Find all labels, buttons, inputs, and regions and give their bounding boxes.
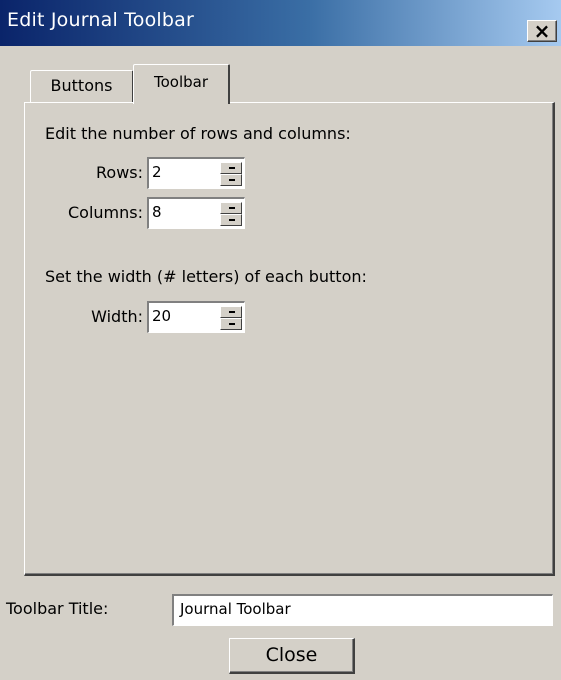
close-button[interactable]: Close bbox=[229, 638, 355, 674]
toolbar-title-input[interactable]: Journal Toolbar bbox=[172, 594, 553, 626]
tab-toolbar[interactable]: Toolbar bbox=[133, 64, 230, 104]
spin-up-arrow-icon[interactable] bbox=[220, 306, 242, 318]
spin-down-arrow-icon[interactable] bbox=[220, 174, 242, 186]
rows-columns-heading: Edit the number of rows and columns: bbox=[45, 124, 351, 143]
rows-spin-arrows bbox=[220, 162, 242, 186]
toolbar-tab-panel: Edit the number of rows and columns: Row… bbox=[24, 102, 555, 576]
tab-toolbar-label: Toolbar bbox=[153, 73, 209, 91]
columns-spinner[interactable]: 8 bbox=[147, 197, 245, 229]
spin-up-arrow-icon[interactable] bbox=[220, 162, 242, 174]
toolbar-title-value[interactable]: Journal Toolbar bbox=[180, 600, 291, 618]
width-spinner[interactable]: 20 bbox=[147, 301, 245, 333]
close-icon[interactable]: × bbox=[527, 20, 557, 42]
toolbar-title-label: Toolbar Title: bbox=[6, 599, 109, 618]
title-bar[interactable]: Edit Journal Toolbar × bbox=[0, 0, 561, 46]
rows-value[interactable]: 2 bbox=[152, 163, 162, 181]
spin-down-arrow-icon[interactable] bbox=[220, 214, 242, 226]
width-value[interactable]: 20 bbox=[152, 307, 171, 325]
tab-buttons[interactable]: Buttons bbox=[30, 70, 134, 102]
spin-down-arrow-icon[interactable] bbox=[220, 318, 242, 330]
columns-label: Columns: bbox=[68, 203, 143, 222]
width-spin-arrows bbox=[220, 306, 242, 330]
width-heading: Set the width (# letters) of each button… bbox=[45, 267, 367, 286]
tab-buttons-label: Buttons bbox=[50, 76, 113, 95]
width-label: Width: bbox=[91, 307, 143, 326]
edit-journal-toolbar-dialog: Edit Journal Toolbar × Buttons Toolbar E… bbox=[0, 0, 561, 680]
spin-up-arrow-icon[interactable] bbox=[220, 202, 242, 214]
columns-spin-arrows bbox=[220, 202, 242, 226]
rows-spinner[interactable]: 2 bbox=[147, 157, 245, 189]
columns-value[interactable]: 8 bbox=[152, 203, 162, 221]
window-title: Edit Journal Toolbar bbox=[7, 9, 195, 31]
rows-label: Rows: bbox=[96, 163, 143, 182]
